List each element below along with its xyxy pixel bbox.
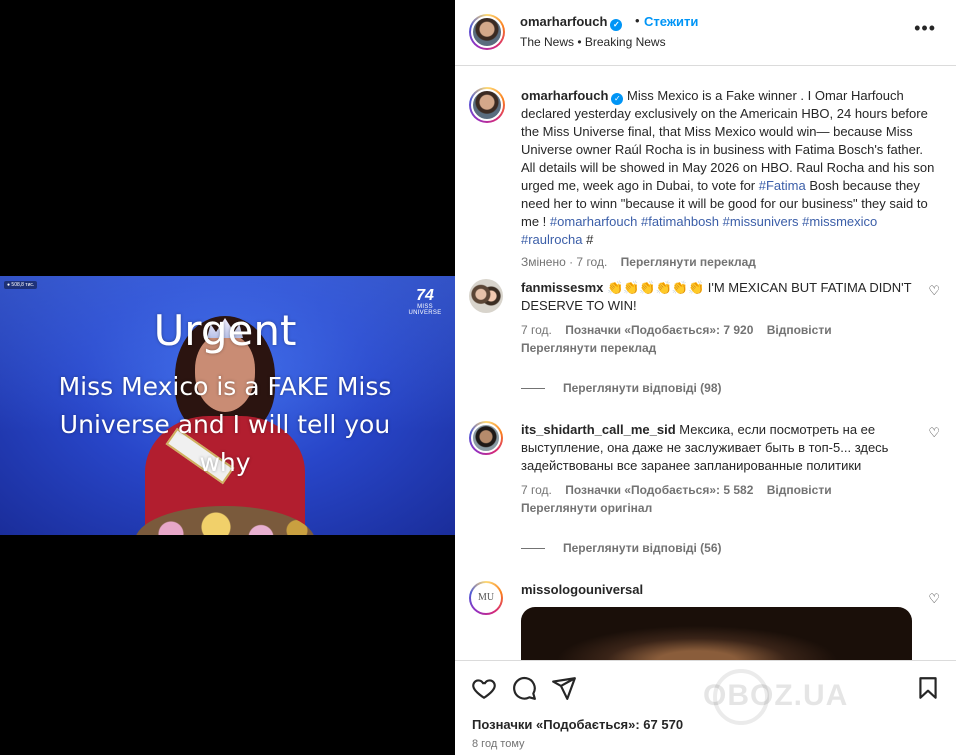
share-icon[interactable] [551, 675, 577, 701]
post-details-panel: omarharfouch ✓ • Стежити The News • Break… [455, 0, 956, 755]
hashtag-omarharfouch[interactable]: #omarharfouch [550, 214, 637, 229]
verified-icon: ✓ [611, 93, 624, 105]
commenter-avatar[interactable]: MU [469, 581, 503, 615]
like-heart-icon[interactable] [471, 675, 497, 701]
caption-meta: Змінено · 7 год. Переглянути переклад [521, 255, 940, 269]
author-username[interactable]: omarharfouch ✓ [520, 14, 623, 31]
like-comment-heart-icon[interactable]: ♡ [928, 283, 940, 299]
comment-item: its_shidarth_call_me_sid Мексика, если п… [455, 421, 956, 555]
comment-likes[interactable]: Позначки «Подобається»: 5 582 [565, 483, 753, 497]
reply-button[interactable]: Відповісти [767, 323, 832, 337]
follow-button[interactable]: Стежити [644, 14, 698, 29]
comment-meta: 7 год. Позначки «Подобається»: 5 582 Від… [521, 483, 916, 497]
reply-button[interactable]: Відповісти [767, 483, 832, 497]
commenter-avatar[interactable] [469, 421, 503, 455]
replies-line [521, 547, 545, 549]
comments-scroll-area[interactable]: omarharfouch ✓ Miss Mexico is a Fake winn… [455, 67, 956, 660]
caption-author-avatar[interactable] [469, 87, 505, 123]
more-options-icon[interactable]: ••• [914, 19, 936, 37]
comment-item: MU missologouniversal ♡ [455, 581, 956, 660]
hashtag-missmexico[interactable]: #missmexico [802, 214, 877, 229]
hashtag-raulrocha[interactable]: #raulrocha [521, 232, 582, 247]
commenter-username[interactable]: its_shidarth_call_me_sid [521, 422, 676, 437]
post-video[interactable]: ● 508,8 тис. 74 MISS UNIVERSE Urgent Mis… [0, 276, 455, 535]
comment-likes[interactable]: Позначки «Подобається»: 7 920 [565, 323, 753, 337]
watermark-logo: OBOZ.UA [703, 679, 849, 712]
commenter-username[interactable]: fanmissesmx [521, 280, 603, 295]
post-timestamp[interactable]: 8 год тому [472, 738, 525, 750]
post-likes-count[interactable]: Позначки «Подобається»: 67 570 [472, 717, 683, 732]
verified-icon: ✓ [610, 19, 623, 31]
hashtag-trailing: # [586, 232, 594, 247]
hashtag-fatima[interactable]: #Fatima [759, 178, 806, 193]
post-location[interactable]: The News • Breaking News [520, 35, 666, 49]
save-bookmark-icon[interactable] [915, 675, 941, 701]
post-caption: omarharfouch ✓ Miss Mexico is a Fake winn… [455, 67, 956, 277]
comment-icon[interactable] [511, 675, 537, 701]
hashtag-fatimahbosh[interactable]: #fatimahbosh [641, 214, 719, 229]
comment-time[interactable]: 7 год. [521, 323, 552, 337]
caption-username[interactable]: omarharfouch [521, 88, 608, 103]
see-translation-link[interactable]: Переглянути переклад [621, 255, 756, 269]
comment-item: fanmissesmx 👏👏👏👏👏👏 I'M MEXICAN BUT FATIM… [455, 279, 956, 395]
like-comment-heart-icon[interactable]: ♡ [928, 591, 940, 607]
author-avatar[interactable] [469, 14, 505, 50]
comment-translate-link[interactable]: Переглянути оригінал [521, 501, 916, 515]
comment-meta: 7 год. Позначки «Подобається»: 7 920 Від… [521, 323, 916, 337]
view-count-badge: ● 508,8 тис. [4, 281, 38, 289]
instagram-post-modal: ● 508,8 тис. 74 MISS UNIVERSE Urgent Mis… [0, 0, 956, 755]
view-replies-button[interactable]: Переглянути відповіді (98) [521, 381, 916, 395]
commenter-avatar[interactable] [469, 279, 503, 313]
media-panel: ● 508,8 тис. 74 MISS UNIVERSE Urgent Mis… [0, 0, 455, 755]
edited-timestamp: Змінено · 7 год. [521, 255, 608, 269]
separator-dot: • [635, 13, 640, 28]
hashtag-missunivers[interactable]: #missunivers [723, 214, 799, 229]
replies-line [521, 387, 545, 389]
post-actions-bar: OBOZ.UA Позначки «Подобається»: 67 570 8… [455, 660, 956, 755]
video-subtitle: Miss Mexico is a FAKE Miss Universe and … [58, 372, 392, 477]
comment-time[interactable]: 7 год. [521, 483, 552, 497]
commenter-username[interactable]: missologouniversal [521, 582, 643, 597]
comment-translate-link[interactable]: Переглянути переклад [521, 341, 916, 355]
post-header: omarharfouch ✓ • Стежити The News • Break… [455, 0, 956, 66]
like-comment-heart-icon[interactable]: ♡ [928, 425, 940, 441]
video-title: Urgent [153, 306, 297, 355]
view-replies-button[interactable]: Переглянути відповіді (56) [521, 541, 916, 555]
comment-image-preview[interactable] [521, 607, 912, 660]
